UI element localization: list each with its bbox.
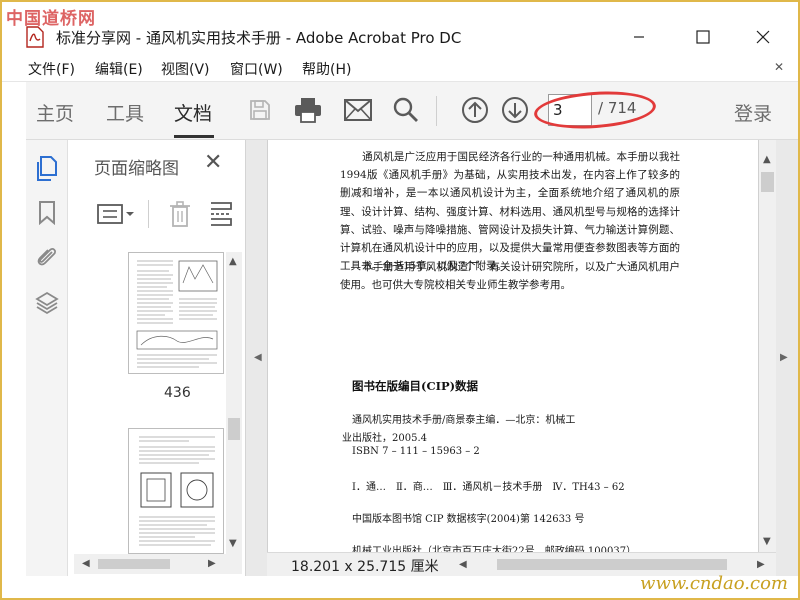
close-document-button[interactable]: ✕ [774, 60, 784, 74]
options-menu-icon[interactable] [96, 200, 136, 228]
search-icon[interactable] [391, 95, 421, 125]
prev-page-icon[interactable] [460, 95, 490, 125]
menu-window[interactable]: 窗口(W) [230, 59, 283, 79]
layers-icon[interactable] [34, 290, 60, 316]
attachment-icon[interactable] [34, 244, 60, 270]
scrollbar-thumb[interactable] [228, 418, 240, 440]
email-icon[interactable] [343, 95, 373, 125]
panel-divider [148, 200, 149, 228]
cip-line: ISBN 7 – 111 – 15963 – 2 [352, 446, 480, 457]
active-tab-indicator [174, 135, 214, 138]
page-size-readout: 18.201 x 25.715 厘米 [291, 559, 439, 575]
collapse-left-arrow[interactable]: ◀ [254, 352, 262, 363]
scroll-left-arrow[interactable]: ◀ [82, 558, 90, 569]
scroll-up-arrow[interactable]: ▲ [229, 256, 237, 267]
menu-bar: 文件(F) 编辑(E) 视图(V) 窗口(W) 帮助(H) ✕ [2, 54, 798, 82]
navigation-pane [26, 140, 68, 576]
hscrollbar-thumb[interactable] [497, 559, 727, 570]
collapse-right-arrow[interactable]: ▶ [780, 352, 788, 363]
panel-title: 页面缩略图 [94, 159, 179, 179]
bookmark-icon[interactable] [34, 200, 60, 226]
scrollbar-thumb[interactable] [761, 172, 774, 192]
cip-line: 通风机实用技术手册/商景泰主编．—北京：机械工 [352, 415, 576, 426]
save-icon[interactable] [245, 95, 275, 125]
tab-document[interactable]: 文档 [174, 99, 212, 126]
menu-edit[interactable]: 编辑(E) [95, 59, 143, 79]
login-button[interactable]: 登录 [734, 99, 772, 126]
cip-title: 图书在版编目(CIP)数据 [352, 379, 479, 393]
thumbnail-panel: 页面缩略图 ✕ 436 ▲ ▼ ◀ ▶ [68, 140, 246, 576]
extract-icon[interactable] [208, 200, 234, 228]
body-paragraph-1: 通风机是广泛应用于国民经济各行业的一种通用机械。本手册以我社1994版《通风机手… [340, 151, 680, 273]
scroll-right-arrow[interactable]: ▶ [208, 558, 216, 569]
close-window-button[interactable] [740, 20, 786, 54]
panel-close-button[interactable]: ✕ [204, 150, 222, 175]
body-paragraph-2: 本手册适用于风机制造厂、有关设计研究院所，以及广大通风机用户使用。也可供大专院校… [340, 261, 680, 292]
scroll-left-arrow[interactable]: ◀ [459, 559, 467, 570]
cip-line: 业出版社，2005.4 [342, 433, 427, 444]
menu-view[interactable]: 视图(V) [161, 59, 210, 79]
toolbar: 主页 工具 文档 3 / 714 登录 [26, 82, 798, 140]
minimize-button[interactable] [616, 20, 662, 54]
page-thumbnail[interactable] [128, 252, 224, 374]
watermark-top: 中国道桥网 [6, 9, 96, 29]
tab-home[interactable]: 主页 [36, 99, 74, 126]
thumbnail-hscrollbar[interactable]: ◀ ▶ [74, 554, 242, 574]
cip-line: 中国版本图书馆 CIP 数据核字(2004)第 142633 号 [352, 514, 585, 525]
scroll-down-arrow[interactable]: ▼ [763, 536, 771, 547]
acrobat-pdf-icon [26, 26, 44, 48]
window-title: 标准分享网 - 通风机实用技术手册 - Adobe Acrobat Pro DC [56, 29, 462, 47]
thumbnail-page-label: 436 [164, 385, 191, 401]
maximize-button[interactable] [680, 20, 726, 54]
cip-line: Ⅰ．通… Ⅱ．商… Ⅲ．通风机－技术手册 Ⅳ．TH43 – 62 [352, 482, 625, 493]
watermark-bottom: www.cndao.com [640, 573, 788, 594]
cip-line: 机械工业出版社（北京市百万庄大街22号 邮政编码 100037） [352, 546, 637, 552]
document-page: 通风机是广泛应用于国民经济各行业的一种通用机械。本手册以我社1994版《通风机手… [267, 140, 759, 552]
toolbar-divider [436, 96, 437, 126]
next-page-icon[interactable] [500, 95, 530, 125]
document-scrollbar[interactable]: ▲ ▼ [759, 140, 776, 552]
scroll-down-arrow[interactable]: ▼ [229, 538, 237, 549]
hscrollbar-thumb[interactable] [98, 559, 170, 569]
page-thumbnail[interactable] [128, 428, 224, 554]
scroll-right-arrow[interactable]: ▶ [757, 559, 765, 570]
page-thumbnails-icon[interactable] [34, 156, 60, 182]
menu-file[interactable]: 文件(F) [28, 59, 75, 79]
scroll-up-arrow[interactable]: ▲ [763, 154, 771, 165]
title-bar: 标准分享网 - 通风机实用技术手册 - Adobe Acrobat Pro DC [2, 2, 798, 54]
thumbnail-scrollbar[interactable]: ▲ ▼ [226, 252, 242, 554]
delete-icon[interactable] [166, 200, 194, 228]
menu-help[interactable]: 帮助(H) [302, 59, 351, 79]
tab-tools[interactable]: 工具 [106, 99, 144, 126]
print-icon[interactable] [293, 95, 323, 125]
